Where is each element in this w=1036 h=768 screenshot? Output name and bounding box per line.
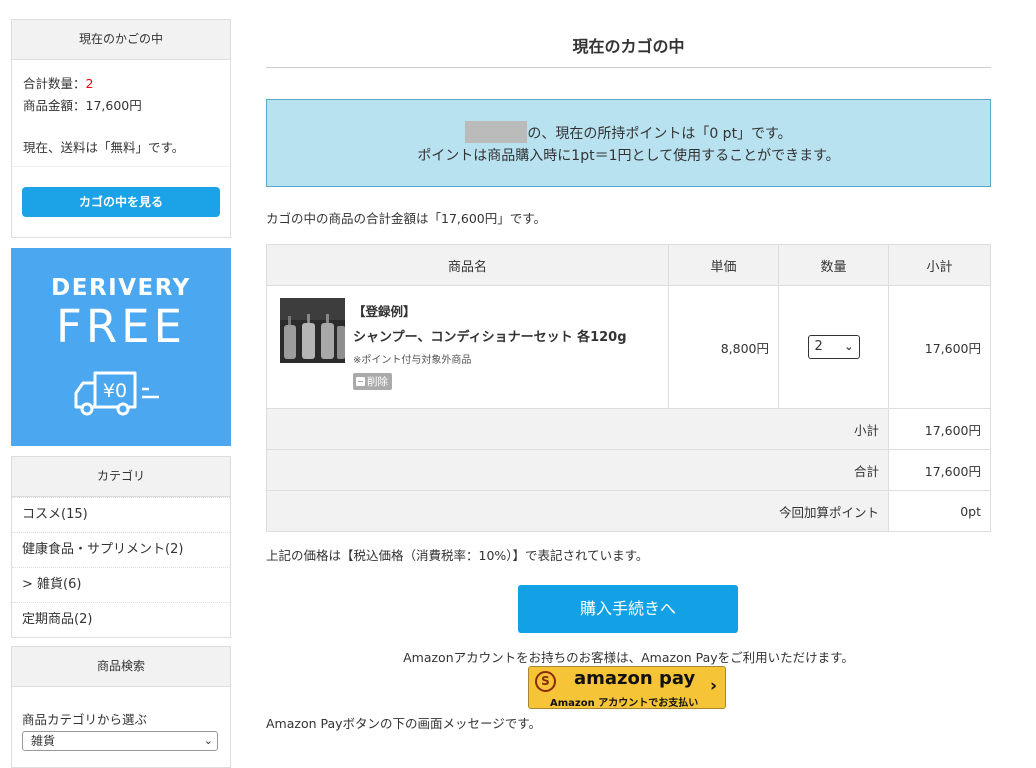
- points-notice: の、現在の所持ポイントは「0 pt」です。 ポイントは商品購入時に1pt＝1円と…: [266, 99, 991, 187]
- truck-price-text: ¥0: [103, 380, 127, 402]
- sidebar: 現在のかごの中 合計数量：2 商品金額：17,600円 現在、送料は「無料」です…: [11, 19, 231, 768]
- banner-line2: FREE: [55, 300, 187, 353]
- summary-row-points: 今回加算ポイント 0pt: [266, 490, 991, 532]
- quantity-select[interactable]: 2 ⌄: [807, 335, 860, 359]
- delete-button[interactable]: 削除: [353, 373, 392, 390]
- free-delivery-banner[interactable]: DERIVERY FREE ¥0: [11, 248, 231, 446]
- line-subtotal: 17,600円: [888, 285, 991, 409]
- amazon-pay-logo: amazon pay: [574, 668, 696, 689]
- shipping-status: 現在、送料は「無料」です。: [23, 140, 185, 155]
- table-row: 【登録例】 シャンプー、コンディショナーセット 各120g ※ポイント付与対象外…: [266, 285, 991, 409]
- product-info: 【登録例】 シャンプー、コンディショナーセット 各120g ※ポイント付与対象外…: [353, 301, 627, 390]
- unit-price: 8,800円: [668, 285, 779, 409]
- product-cell: 【登録例】 シャンプー、コンディショナーセット 各120g ※ポイント付与対象外…: [266, 285, 669, 409]
- cart-total-message: カゴの中の商品の合計金額は「17,600円」です。: [266, 211, 546, 226]
- divider: [12, 166, 230, 167]
- page-title: 現在のカゴの中: [572, 37, 685, 56]
- category-item-health[interactable]: 健康食品・サプリメント(2): [12, 532, 230, 567]
- points-line2: ポイントは商品購入時に1pt＝1円として使用することができます。: [417, 148, 840, 164]
- category-item-subscription[interactable]: 定期商品(2): [12, 602, 230, 637]
- chevron-down-icon: ⌄: [844, 340, 854, 353]
- table-header-row: 商品名 単価 数量 小計: [266, 244, 991, 286]
- amazon-pay-subtext: Amazon アカウントでお支払い: [550, 698, 699, 709]
- summary-value: 17,600円: [888, 408, 991, 450]
- points-line1-text: の、現在の所持ポイントは「0 pt」です。: [527, 126, 792, 142]
- product-name[interactable]: シャンプー、コンディショナーセット 各120g: [353, 326, 627, 345]
- truck-icon: ¥0: [74, 371, 159, 416]
- summary-row-subtotal: 小計 17,600円: [266, 408, 991, 450]
- quantity-select-value: 2: [814, 339, 823, 354]
- cart-quantity: 合計数量：2: [23, 73, 93, 92]
- product-search-widget: 商品検索 商品カテゴリから選ぶ 雑貨 ⌄: [11, 646, 231, 768]
- search-title: 商品検索: [12, 647, 230, 687]
- summary-row-total: 合計 17,600円: [266, 449, 991, 491]
- product-tag: 【登録例】: [353, 304, 416, 319]
- banner-line1: DERIVERY: [51, 275, 191, 301]
- category-select-value: 雑貨: [31, 734, 56, 748]
- amazon-pay-message: Amazonアカウントをお持ちのお客様は、Amazon Payをご利用いただけま…: [403, 650, 854, 665]
- category-widget: カテゴリ コスメ(15) 健康食品・サプリメント(2) > 雑貨(6) 定期商品…: [11, 456, 231, 638]
- cart-amount: 商品金額：17,600円: [23, 98, 142, 113]
- cart-widget: 現在のかごの中 合計数量：2 商品金額：17,600円 現在、送料は「無料」です…: [11, 19, 231, 238]
- points-line1: の、現在の所持ポイントは「0 pt」です。: [267, 121, 990, 143]
- title-divider: [266, 67, 991, 68]
- category-item-cosme[interactable]: コスメ(15): [12, 497, 230, 532]
- quantity-value: 2: [85, 76, 94, 91]
- amazon-pay-s-icon: S: [535, 671, 556, 692]
- category-item-goods[interactable]: > 雑貨(6): [12, 567, 230, 602]
- proceed-to-checkout-button[interactable]: 購入手続きへ: [518, 585, 738, 633]
- category-select[interactable]: 雑貨 ⌄: [22, 731, 218, 751]
- col-header-qty: 数量: [778, 244, 889, 286]
- minus-icon: [356, 377, 365, 386]
- summary-label: 合計: [266, 449, 889, 491]
- cart-table: 商品名 単価 数量 小計 【登録例】 シャンプー、コンディショナーセット 各12…: [266, 244, 991, 532]
- view-cart-button[interactable]: カゴの中を見る: [22, 187, 220, 217]
- category-select-label: 商品カテゴリから選ぶ: [22, 712, 148, 727]
- amazon-pay-below-message: Amazon Payボタンの下の画面メッセージです。: [266, 716, 542, 731]
- tax-message: 上記の価格は【税込価格（消費税率：10%）】で表記されています。: [266, 548, 649, 563]
- col-header-price: 単価: [668, 244, 779, 286]
- category-title: カテゴリ: [12, 457, 230, 497]
- quantity-label: 合計数量：: [23, 76, 86, 91]
- summary-label: 今回加算ポイント: [266, 490, 889, 532]
- col-header-subtotal: 小計: [888, 244, 991, 286]
- product-note: ※ポイント付与対象外商品: [353, 355, 472, 366]
- masked-user-name: [465, 121, 528, 143]
- summary-value: 0pt: [888, 490, 991, 532]
- delete-label: 削除: [367, 376, 388, 388]
- col-header-name: 商品名: [266, 244, 669, 286]
- quantity-cell: 2 ⌄: [778, 285, 889, 409]
- chevron-down-icon: ⌄: [203, 734, 213, 747]
- summary-label: 小計: [266, 408, 889, 450]
- product-image[interactable]: [280, 298, 345, 363]
- summary-value: 17,600円: [888, 449, 991, 491]
- chevron-right-icon: ›: [709, 676, 717, 696]
- cart-widget-title: 現在のかごの中: [12, 20, 230, 60]
- amazon-pay-button[interactable]: S amazon pay Amazon アカウントでお支払い ›: [528, 666, 726, 709]
